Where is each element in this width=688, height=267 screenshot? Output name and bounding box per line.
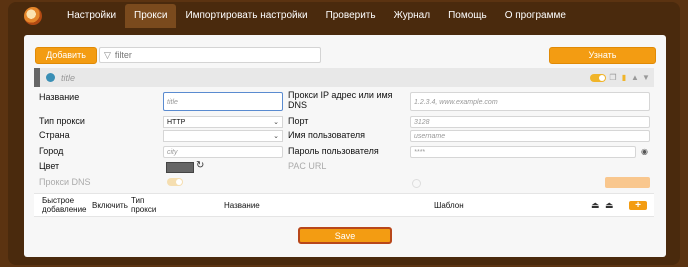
nav-help[interactable]: Помощь bbox=[439, 4, 496, 28]
refresh-color-icon[interactable]: ↻ bbox=[196, 160, 204, 171]
country-label: Страна bbox=[39, 130, 70, 140]
top-nav: Настройки Прокси Импортировать настройки… bbox=[20, 4, 670, 28]
username-label: Имя пользователя bbox=[288, 130, 366, 140]
chevron-down-icon[interactable]: ▼ bbox=[642, 73, 650, 82]
username-input[interactable]: username bbox=[410, 130, 650, 142]
import-icon[interactable]: ⏏ bbox=[591, 200, 600, 211]
host-input[interactable]: 1.2.3.4, www.example.com bbox=[410, 92, 650, 111]
port-input[interactable]: 3128 bbox=[410, 116, 650, 128]
nav-about[interactable]: О программе bbox=[496, 4, 575, 28]
port-label: Порт bbox=[288, 116, 309, 126]
color-label: Цвет bbox=[39, 161, 60, 171]
proxy-item-header[interactable]: title ❐ ▮ ▲ ▼ bbox=[34, 68, 654, 87]
add-proxy-button[interactable]: Добавить bbox=[35, 47, 97, 64]
drag-handle[interactable] bbox=[34, 68, 40, 87]
delete-icon[interactable]: ▮ bbox=[620, 73, 628, 82]
name-input[interactable]: title bbox=[163, 92, 283, 111]
nav-import[interactable]: Импортировать настройки bbox=[176, 4, 316, 28]
nav-test[interactable]: Проверить bbox=[317, 4, 385, 28]
copy-icon[interactable]: ❐ bbox=[609, 73, 617, 82]
password-input[interactable]: **** bbox=[410, 146, 636, 158]
add-pattern-button[interactable]: + bbox=[629, 201, 647, 211]
app-logo-icon bbox=[24, 7, 42, 25]
filter-box: ▽ bbox=[99, 47, 321, 63]
filter-icon: ▽ bbox=[104, 49, 111, 60]
col-enable: Включить bbox=[92, 201, 128, 210]
color-swatch[interactable] bbox=[166, 162, 194, 173]
proxies-panel: Добавить ▽ Узнать местонахождение title … bbox=[24, 35, 666, 257]
globe-icon bbox=[46, 73, 55, 82]
store-locally-checkbox[interactable] bbox=[412, 179, 421, 188]
chevron-down-icon: ⌄ bbox=[273, 119, 279, 126]
preview-button[interactable] bbox=[605, 177, 650, 188]
col-type: Тип прокси bbox=[131, 196, 157, 214]
save-button[interactable]: Save bbox=[298, 227, 392, 244]
col-name: Название bbox=[224, 201, 260, 210]
proxy-type-value: HTTP bbox=[167, 119, 186, 126]
proxy-dns-toggle[interactable] bbox=[167, 178, 183, 186]
dns-label: Прокси DNS bbox=[39, 177, 91, 187]
export-icon[interactable]: ⏏ bbox=[605, 200, 614, 211]
pattern-table-header: Быстрое добавление Включить Тип прокси Н… bbox=[34, 193, 654, 217]
col-pattern: Шаблон bbox=[434, 201, 464, 210]
get-location-button[interactable]: Узнать местонахождение bbox=[549, 47, 656, 75]
col-quick-add: Быстрое добавление bbox=[42, 196, 87, 214]
name-label: Название bbox=[39, 92, 80, 102]
nav-proxies[interactable]: Прокси bbox=[125, 4, 177, 28]
city-input[interactable]: city bbox=[163, 146, 283, 158]
warning-icon: ▲ bbox=[631, 73, 639, 82]
type-label: Тип прокси bbox=[39, 116, 85, 126]
nav-settings[interactable]: Настройки bbox=[58, 4, 125, 28]
eye-icon[interactable]: ◉ bbox=[641, 147, 648, 156]
chevron-down-icon: ⌄ bbox=[273, 133, 279, 140]
host-label: Прокси IP адрес или имя DNS bbox=[288, 90, 393, 110]
country-select[interactable]: ⌄ bbox=[163, 130, 283, 142]
password-label: Пароль пользователя bbox=[288, 146, 379, 156]
proxy-enable-toggle[interactable] bbox=[590, 73, 606, 82]
proxy-title: title bbox=[61, 72, 76, 83]
pac-url-label: PAC URL bbox=[288, 161, 327, 171]
filter-input[interactable] bbox=[114, 50, 305, 60]
city-label: Город bbox=[39, 146, 64, 156]
nav-log[interactable]: Журнал bbox=[385, 4, 440, 28]
proxy-type-select[interactable]: HTTP ⌄ bbox=[163, 116, 283, 128]
